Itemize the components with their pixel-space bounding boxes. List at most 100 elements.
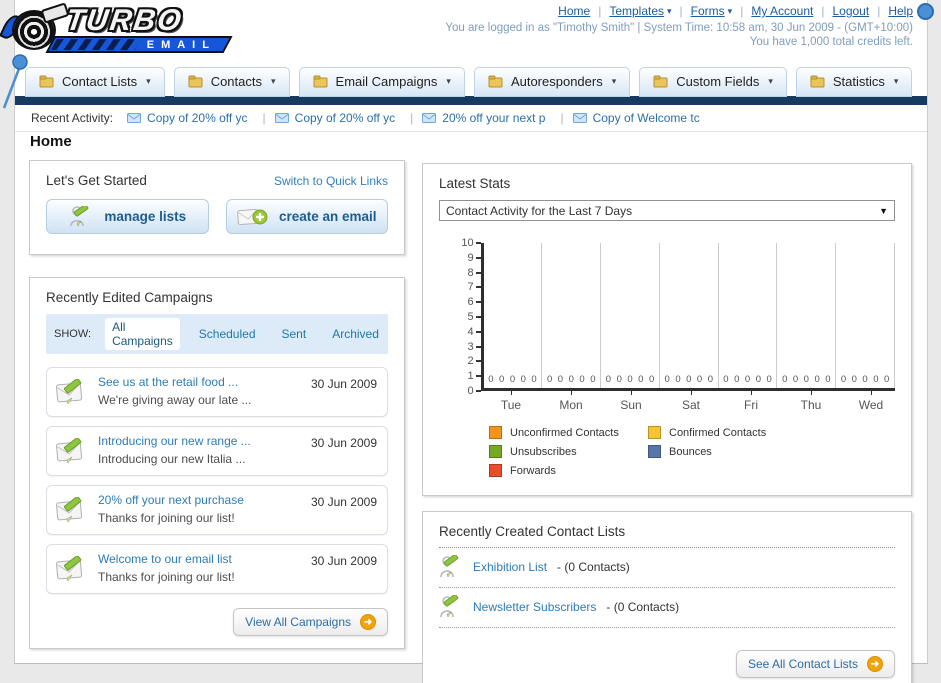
switch-quick-links-link[interactable]: Switch to Quick Links [274, 174, 388, 188]
legend-swatch [648, 445, 661, 458]
top-nav-link[interactable]: Logout [832, 4, 869, 18]
tab-icon [39, 75, 54, 88]
chart-x-labels: Tue Mon Sun Sat Fri Thu Wed [481, 391, 901, 414]
top-nav-item[interactable]: Forms ▾ [691, 4, 752, 18]
credits-status: You have 1,000 total credits left. [749, 36, 913, 48]
tab-icon [488, 75, 503, 88]
top-nav-item[interactable]: Home [558, 4, 609, 18]
turbo-email-logo: TURBO EMAIL [0, 2, 244, 56]
contact-list-count: - (0 Contacts) [557, 560, 630, 574]
campaign-row[interactable]: Welcome to our email list Thanks for joi… [46, 544, 388, 594]
main-nav-tabs: Contact Lists ▾ Contacts ▾ Email Campaig… [25, 67, 913, 97]
create-email-button[interactable]: create an email [225, 199, 388, 234]
campaign-title-link[interactable]: See us at the retail food ... [98, 375, 302, 389]
nav-tab[interactable]: Contact Lists ▾ [25, 67, 165, 97]
latest-stats-title: Latest Stats [439, 176, 511, 191]
top-nav-link[interactable]: Forms [691, 4, 725, 18]
manage-lists-button[interactable]: manage lists [46, 199, 209, 234]
stats-period-value: Contact Activity for the Last 7 Days [446, 203, 633, 218]
top-nav-item[interactable]: Templates ▾ [609, 4, 690, 18]
top-nav-link[interactable]: Templates [609, 4, 664, 18]
top-nav-item[interactable]: Help [888, 4, 913, 18]
legend-swatch [489, 426, 502, 439]
chevron-down-icon: ▼ [879, 205, 888, 216]
get-started-panel: Let's Get Started Switch to Quick Links … [29, 160, 405, 255]
filter-list: All Campaigns Scheduled Sent Archived [105, 318, 386, 350]
arrow-right-icon: ➜ [360, 614, 376, 630]
legend-item: Unconfirmed Contacts [489, 426, 648, 439]
recent-contact-lists-panel: Recently Created Contact Lists Exhibitio… [422, 511, 912, 683]
recent-activity-link[interactable]: 20% off your next p [442, 111, 545, 125]
arrow-right-icon: ➜ [867, 656, 883, 672]
recent-activity-item[interactable]: Copy of 20% off yc [274, 111, 423, 125]
recent-activity-item[interactable]: Copy of 20% off yc [127, 111, 275, 125]
chevron-down-icon: ▾ [271, 76, 276, 86]
campaign-date: 30 Jun 2009 [310, 436, 377, 450]
legend-label: Confirmed Contacts [669, 426, 767, 439]
recent-activity-bar: Recent Activity: Copy of 20% off yc Copy… [15, 105, 927, 132]
envelope-icon [572, 113, 587, 123]
top-nav-link[interactable]: Help [888, 4, 913, 18]
legend-label: Unsubscribes [510, 445, 577, 458]
campaign-row[interactable]: Introducing our new range ... Introducin… [46, 426, 388, 476]
top-nav-link[interactable]: My Account [751, 4, 813, 18]
tab-label: Custom Fields [676, 74, 760, 89]
contact-list-item[interactable]: Exhibition List - (0 Contacts) [439, 548, 895, 588]
legend-swatch [489, 445, 502, 458]
recent-activity-item[interactable]: Copy of Welcome tc [572, 111, 700, 125]
nav-tab[interactable]: Statistics ▾ [795, 67, 913, 97]
filter-chip[interactable]: All Campaigns [105, 318, 180, 350]
latest-stats-panel: Latest Stats Contact Activity for the La… [422, 163, 912, 496]
recent-activity-link[interactable]: Copy of Welcome tc [593, 111, 700, 125]
campaign-subtitle: Introducing our new Italia ... [98, 452, 246, 466]
campaign-row[interactable]: 20% off your next purchase Thanks for jo… [46, 485, 388, 535]
person-pencil-icon [70, 205, 89, 227]
recent-campaigns-panel: Recently Edited Campaigns SHOW: All Camp… [29, 277, 405, 649]
campaign-title-link[interactable]: Introducing our new range ... [98, 434, 302, 448]
blue-pin-icon [2, 54, 28, 109]
left-column: Let's Get Started Switch to Quick Links … [29, 160, 405, 649]
campaign-row[interactable]: See us at the retail food ... We're givi… [46, 367, 388, 417]
contact-list-item[interactable]: Newsletter Subscribers - (0 Contacts) [439, 588, 895, 628]
top-nav-link[interactable]: Home [558, 4, 590, 18]
chart-y-axis: 10 9 8 7 6 5 4 3 2 1 0 [451, 237, 481, 397]
filter-chip[interactable]: Archived [325, 325, 386, 343]
campaign-date: 30 Jun 2009 [310, 377, 377, 391]
recent-activity-label: Recent Activity: [31, 111, 114, 125]
tab-label: Contact Lists [62, 74, 138, 89]
recent-activity-item[interactable]: 20% off your next p [422, 111, 572, 125]
filter-chip[interactable]: Scheduled [192, 325, 263, 343]
nav-tab[interactable]: Contacts ▾ [173, 67, 290, 97]
nav-tab[interactable]: Autoresponders ▾ [473, 67, 631, 97]
campaign-subtitle: Thanks for joining our list! [98, 511, 235, 525]
nav-tab[interactable]: Email Campaigns ▾ [298, 67, 465, 97]
help-bubble-icon[interactable] [917, 3, 934, 20]
campaign-title-link[interactable]: 20% off your next purchase [98, 493, 302, 507]
envelope-icon [422, 113, 437, 123]
top-nav-item[interactable]: Logout [832, 4, 888, 18]
contact-lists-title: Recently Created Contact Lists [439, 524, 895, 548]
campaign-date: 30 Jun 2009 [310, 554, 377, 568]
page-title: Home [30, 133, 72, 150]
tab-icon [188, 75, 203, 88]
view-all-campaigns-button[interactable]: View All Campaigns ➜ [233, 608, 388, 636]
logo-email-bar: EMAIL [45, 36, 233, 53]
recent-activity-link[interactable]: Copy of 20% off yc [147, 111, 248, 125]
chart-plot: 00000000000000000000000000000000000 [480, 243, 895, 391]
campaign-title-link[interactable]: Welcome to our email list [98, 552, 302, 566]
campaign-subtitle: Thanks for joining our list! [98, 570, 235, 584]
person-pencil-icon [440, 595, 459, 618]
top-nav-item[interactable]: My Account [751, 4, 832, 18]
filter-chip[interactable]: Sent [275, 325, 314, 343]
contact-list-link[interactable]: Exhibition List [473, 560, 547, 574]
chevron-down-icon: ▾ [611, 76, 617, 86]
recent-activity-link[interactable]: Copy of 20% off yc [295, 111, 396, 125]
person-pencil-icon [440, 555, 459, 578]
nav-tab[interactable]: Custom Fields ▾ [639, 67, 787, 97]
tab-icon [313, 75, 328, 88]
contact-list-link[interactable]: Newsletter Subscribers [473, 600, 596, 614]
contact-list-count: - (0 Contacts) [606, 600, 680, 614]
stats-period-select[interactable]: Contact Activity for the Last 7 Days ▼ [439, 200, 895, 221]
view-all-campaigns-label: View All Campaigns [245, 615, 351, 629]
see-all-contact-lists-button[interactable]: See All Contact Lists ➜ [735, 650, 895, 678]
